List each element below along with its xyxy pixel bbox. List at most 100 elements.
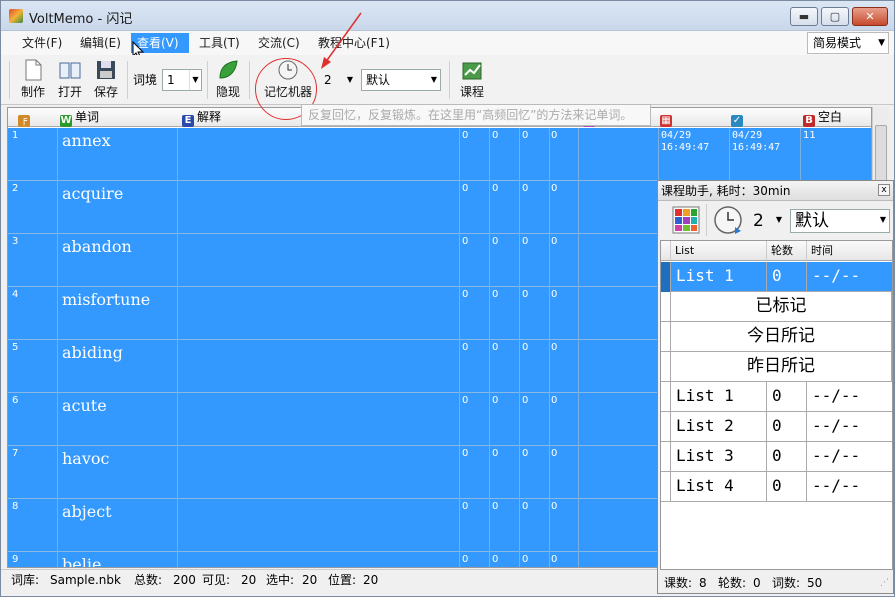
row-marker-icon: ╒ bbox=[18, 109, 33, 127]
word-cell[interactable]: misfortune bbox=[58, 287, 178, 340]
meaning-cell[interactable] bbox=[178, 499, 460, 552]
resize-grip-icon[interactable]: ⋰ bbox=[880, 573, 889, 593]
calendar-red-icon[interactable]: ▦ bbox=[660, 109, 675, 127]
count-cell: 0 bbox=[549, 446, 579, 499]
meaning-cell[interactable] bbox=[178, 446, 460, 499]
word-cell[interactable]: abiding bbox=[58, 340, 178, 393]
menu-tools[interactable]: 工具(T) bbox=[193, 33, 246, 53]
row-number: 6 bbox=[8, 393, 58, 446]
note-cell[interactable] bbox=[579, 340, 659, 393]
row-indicator bbox=[661, 262, 671, 292]
clock-icon[interactable] bbox=[713, 205, 743, 235]
time-column-header[interactable]: 时间 bbox=[807, 241, 892, 261]
word-cell[interactable]: abject bbox=[58, 499, 178, 552]
word-cell[interactable]: belie bbox=[58, 552, 178, 567]
toolbar-separator bbox=[127, 61, 128, 99]
count-cell: 0 bbox=[549, 234, 579, 287]
row-indicator bbox=[661, 322, 671, 352]
word-cell[interactable]: acquire bbox=[58, 181, 178, 234]
list-item[interactable]: List 2 0 --/-- bbox=[661, 412, 892, 442]
save-button[interactable]: 保存 bbox=[90, 59, 122, 100]
context-select[interactable]: 1 ▼ bbox=[162, 69, 202, 91]
list-item[interactable]: List 1 0 --/-- bbox=[661, 262, 892, 292]
list-item[interactable]: 昨日所记 bbox=[661, 352, 892, 382]
status-visible-label: 可见: bbox=[202, 573, 231, 587]
note-cell[interactable] bbox=[579, 128, 659, 181]
note-cell[interactable] bbox=[579, 287, 659, 340]
note-cell[interactable] bbox=[579, 393, 659, 446]
course-button[interactable]: 课程 bbox=[456, 59, 488, 100]
word-header-label: 单词 bbox=[75, 110, 100, 124]
red-arrow-icon bbox=[321, 12, 362, 69]
rounds-column-header[interactable]: 轮数 bbox=[767, 241, 807, 261]
trend-chart-icon bbox=[462, 62, 482, 80]
explain-icon: E bbox=[182, 115, 194, 127]
mode-select-value: 简易模式 bbox=[813, 36, 862, 50]
note-cell[interactable] bbox=[579, 181, 659, 234]
hide-button[interactable]: 隐现 bbox=[212, 59, 244, 100]
note-cell[interactable] bbox=[579, 552, 659, 567]
mode-select[interactable]: 简易模式 ▼ bbox=[807, 32, 889, 54]
color-grid-icon[interactable] bbox=[672, 206, 700, 234]
meaning-column-header[interactable]: E 解释 bbox=[182, 109, 221, 127]
chevron-down-icon: ▼ bbox=[878, 38, 885, 48]
panel-round-select[interactable]: 2 ▼ bbox=[748, 209, 786, 233]
count-cell: 0 bbox=[520, 499, 550, 552]
list-item[interactable]: List 3 0 --/-- bbox=[661, 442, 892, 472]
blank-column-header[interactable]: B 空白 bbox=[803, 109, 842, 127]
meaning-cell[interactable] bbox=[178, 234, 460, 287]
maximize-button[interactable]: ▢ bbox=[821, 7, 849, 26]
meaning-cell[interactable] bbox=[178, 552, 460, 567]
word-cell[interactable]: havoc bbox=[58, 446, 178, 499]
category-label: 昨日所记 bbox=[671, 352, 892, 382]
calendar-check-icon[interactable]: ✓ bbox=[731, 109, 746, 127]
meaning-cell[interactable] bbox=[178, 393, 460, 446]
meaning-cell[interactable] bbox=[178, 287, 460, 340]
note-cell[interactable] bbox=[579, 499, 659, 552]
toolbar-separator bbox=[207, 61, 208, 99]
meaning-cell[interactable] bbox=[178, 128, 460, 181]
count-cell: 0 bbox=[520, 393, 550, 446]
minimize-button[interactable]: ▬ bbox=[790, 7, 818, 26]
count-cell: 0 bbox=[460, 552, 490, 567]
count-cell: 0 bbox=[490, 446, 520, 499]
list-item[interactable]: List 4 0 --/-- bbox=[661, 472, 892, 502]
meaning-cell[interactable] bbox=[178, 181, 460, 234]
count-cell: 0 bbox=[460, 181, 490, 234]
scrollbar-thumb[interactable] bbox=[875, 125, 887, 185]
word-column-header[interactable]: W 单词 bbox=[60, 109, 100, 127]
chevron-down-icon: ▼ bbox=[879, 215, 887, 224]
profile-select[interactable]: 默认 ▼ bbox=[361, 69, 441, 91]
panel-close-button[interactable]: x bbox=[878, 184, 890, 196]
note-cell[interactable] bbox=[579, 446, 659, 499]
list-item[interactable]: 今日所记 bbox=[661, 322, 892, 352]
list-item[interactable]: List 1 0 --/-- bbox=[661, 382, 892, 412]
close-button[interactable]: ✕ bbox=[852, 7, 888, 26]
count-cell: 0 bbox=[490, 499, 520, 552]
panel-toolbar: 2 ▼ 默认 ▼ bbox=[658, 202, 893, 238]
panel-courses-value: 8 bbox=[699, 576, 707, 590]
status-position-label: 位置: bbox=[328, 573, 357, 587]
list-item[interactable]: 已标记 bbox=[661, 292, 892, 322]
list-column-header[interactable]: List bbox=[671, 241, 767, 261]
chevron-down-icon: ▼ bbox=[346, 75, 354, 84]
panel-round-value: 2 bbox=[753, 211, 764, 231]
menu-communicate[interactable]: 交流(C) bbox=[252, 33, 306, 53]
table-row[interactable]: 1 annex 0 0 0 0 04/29 16:49:47 04/29 16:49:47 11 bbox=[8, 128, 871, 181]
status-total-value: 200 bbox=[173, 573, 196, 587]
menu-edit[interactable]: 编辑(E) bbox=[74, 33, 127, 53]
word-cell[interactable]: annex bbox=[58, 128, 178, 181]
toolbar: 制作 打开 保存 词境 1 ▼ 隐现 记忆机器 2 ▼ 默认 ▼ 课程 bbox=[1, 55, 894, 105]
floppy-disk-icon bbox=[97, 61, 115, 79]
open-button[interactable]: 打开 bbox=[54, 59, 86, 100]
menu-file[interactable]: 文件(F) bbox=[16, 33, 68, 53]
row-indicator bbox=[661, 292, 671, 322]
note-cell[interactable] bbox=[579, 234, 659, 287]
round-value: 2 bbox=[324, 73, 332, 87]
panel-profile-select[interactable]: 默认 ▼ bbox=[790, 209, 890, 233]
word-cell[interactable]: acute bbox=[58, 393, 178, 446]
make-button[interactable]: 制作 bbox=[17, 59, 49, 100]
panel-rounds-value: 0 bbox=[753, 576, 761, 590]
meaning-cell[interactable] bbox=[178, 340, 460, 393]
word-cell[interactable]: abandon bbox=[58, 234, 178, 287]
